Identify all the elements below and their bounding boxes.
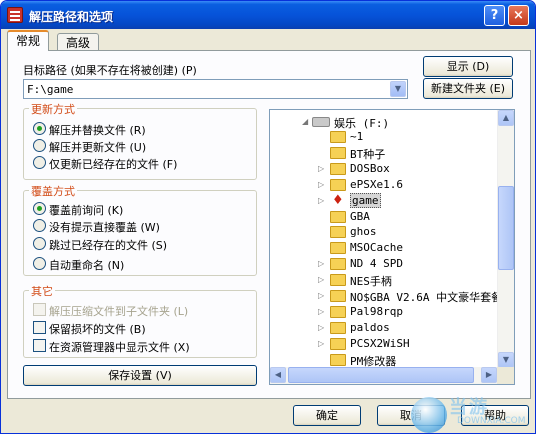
tree-folder-label: ghos	[350, 225, 377, 239]
radio-overwrite-without-prompt-label[interactable]: 没有提示直接覆盖 (W)	[49, 219, 160, 235]
checkbox-keep-broken-files[interactable]	[33, 321, 46, 334]
tree-folder-label: PCSX2WiSH	[350, 336, 410, 350]
folder-icon	[330, 146, 346, 159]
tab-general[interactable]: 常规	[7, 30, 50, 51]
folder-icon	[330, 290, 346, 302]
winrar-app-icon	[7, 7, 23, 23]
help-title-button[interactable]: ?	[484, 5, 505, 26]
checkbox-show-in-explorer[interactable]	[33, 339, 46, 352]
folder-icon	[330, 353, 346, 366]
radio-auto-rename[interactable]	[33, 257, 46, 270]
root-collapse-icon[interactable]: ◢	[302, 117, 308, 126]
update-mode-title: 更新方式	[29, 101, 77, 117]
radio-skip-existing[interactable]	[33, 237, 46, 250]
expand-icon[interactable]: ▷	[318, 291, 324, 300]
radio-overwrite-without-prompt[interactable]	[33, 219, 46, 232]
joystick-icon: ♦	[332, 192, 344, 208]
destination-path-label: 目标路径 (如果不存在将被创建) (P)	[23, 64, 197, 77]
radio-extract-update[interactable]	[33, 139, 46, 152]
tree-folder-label: DOSBox	[350, 161, 390, 175]
folder-tree[interactable]: ◢ 娱乐 (F:) ~1 BT种子 ▷ DOSBox ▷ ePSXe1.6 ▷ ♦ game GB…	[269, 109, 515, 385]
tree-folder-label: paldos	[350, 320, 390, 334]
destination-path-value: F:\game	[27, 83, 74, 96]
tree-folder-label: ePSXe1.6	[350, 177, 403, 191]
tree-root-label: 娱乐 (F:)	[334, 117, 390, 130]
folder-icon	[330, 131, 346, 143]
checkbox-show-in-explorer-label[interactable]: 在资源管理器中显示文件 (X)	[49, 339, 190, 355]
scroll-down-button[interactable]: ▼	[498, 352, 514, 368]
tree-folder-label: MSOCache	[350, 241, 403, 255]
radio-extract-update-label[interactable]: 解压并更新文件 (U)	[49, 139, 146, 155]
tree-folder-label: NES手柄	[350, 275, 392, 289]
scroll-right-button[interactable]: ▶	[481, 367, 497, 383]
radio-extract-replace[interactable]	[33, 122, 46, 135]
radio-ask-before-overwrite-label[interactable]: 覆盖前询问 (K)	[49, 202, 123, 218]
folder-icon	[330, 178, 346, 191]
folder-icon	[330, 258, 346, 271]
radio-skip-existing-label[interactable]: 跳过已经存在的文件 (S)	[49, 237, 167, 253]
radio-extract-replace-label[interactable]: 解压并替换文件 (R)	[49, 122, 146, 138]
show-button[interactable]: 显示 (D)	[423, 56, 513, 77]
expand-icon[interactable]: ▷	[318, 259, 324, 268]
expand-icon[interactable]: ▷	[318, 164, 324, 173]
tree-folder-label: ND 4 SPD	[350, 257, 403, 271]
new-folder-button[interactable]: 新建文件夹 (E)	[423, 78, 513, 99]
folder-icon	[330, 321, 346, 334]
tree-folder-label: GBA	[350, 209, 370, 223]
expand-icon[interactable]: ▷	[318, 307, 324, 316]
expand-icon[interactable]: ▷	[318, 339, 324, 348]
checkbox-keep-broken-files-label[interactable]: 保留损坏的文件 (B)	[49, 321, 146, 337]
tree-horizontal-scrollbar[interactable]: ◀ ▶	[270, 367, 498, 384]
folder-icon	[330, 305, 346, 318]
checkbox-extract-to-subfolder-label: 解压压缩文件到子文件夹 (L)	[49, 305, 189, 318]
close-window-button[interactable]: ×	[508, 5, 529, 26]
tree-folder-label: ~1	[350, 130, 364, 143]
combo-dropdown-arrow[interactable]: ▼	[390, 81, 406, 97]
window-title: 解压路径和选项	[29, 10, 114, 24]
radio-auto-rename-label[interactable]: 自动重命名 (N)	[49, 257, 124, 273]
title-bar: 解压路径和选项 ? ×	[1, 1, 535, 29]
watermark-subtext: DOWNXIA.COM	[457, 416, 526, 426]
scrollbar-corner	[497, 367, 514, 384]
save-settings-button[interactable]: 保存设置 (V)	[23, 365, 257, 386]
tree-folder-label: BT种子	[350, 147, 386, 161]
folder-icon	[330, 274, 346, 287]
radio-update-existing[interactable]	[33, 156, 46, 169]
destination-path-combo[interactable]: F:\game ▼	[23, 79, 408, 99]
misc-title: 其它	[29, 283, 55, 299]
horizontal-scroll-thumb[interactable]	[288, 367, 474, 383]
folder-icon	[330, 210, 346, 223]
overwrite-mode-title: 覆盖方式	[29, 183, 77, 199]
scroll-left-button[interactable]: ◀	[270, 367, 286, 383]
radio-ask-before-overwrite[interactable]	[33, 202, 46, 215]
folder-icon	[330, 226, 346, 239]
scroll-up-button[interactable]: ▲	[498, 110, 514, 126]
checkbox-extract-to-subfolder[interactable]	[33, 303, 46, 316]
tree-folder-label: NO$GBA V2.6A 中文豪华套餐	[350, 291, 503, 304]
folder-icon	[330, 162, 346, 175]
expand-icon[interactable]: ▷	[318, 323, 324, 332]
watermark-logo-icon	[411, 397, 447, 433]
folder-icon	[330, 242, 346, 255]
drive-icon	[312, 117, 330, 127]
expand-icon[interactable]: ▷	[318, 180, 324, 189]
selected-folder-highlight: game	[350, 192, 381, 208]
vertical-scroll-thumb[interactable]	[498, 186, 514, 270]
extract-options-window: 解压路径和选项 ? × 常规 高级 目标路径 (如果不存在将被创建) (P) 显…	[0, 0, 536, 434]
expand-icon[interactable]: ▷	[318, 196, 324, 205]
ok-button[interactable]: 确定	[293, 405, 361, 426]
tree-folder-label: Pal98rqp	[350, 304, 403, 318]
radio-update-existing-label[interactable]: 仅更新已经存在的文件 (F)	[49, 156, 177, 172]
folder-icon	[330, 337, 346, 350]
expand-icon[interactable]: ▷	[318, 275, 324, 284]
tree-vertical-scrollbar[interactable]: ▲ ▼	[497, 110, 514, 369]
tree-folder-label: game	[350, 192, 381, 208]
